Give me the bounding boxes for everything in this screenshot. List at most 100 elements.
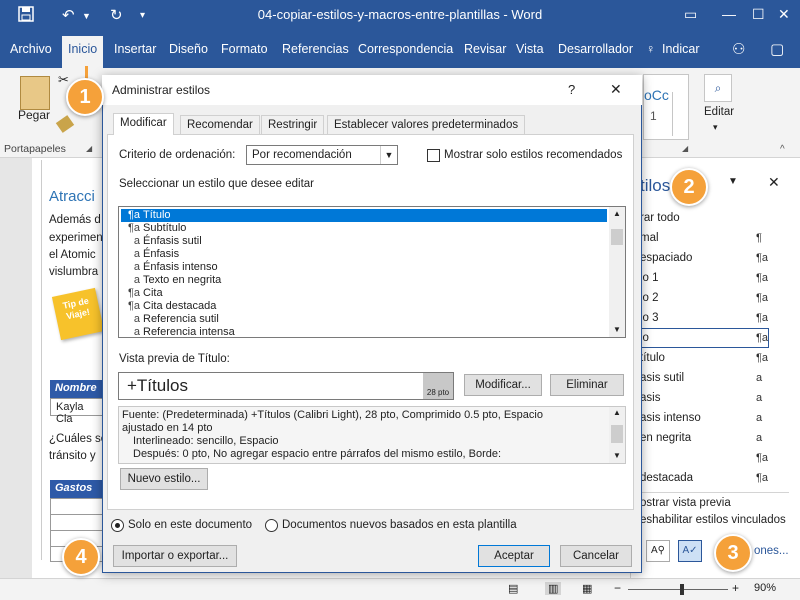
delete-button[interactable]: Eliminar <box>550 374 624 396</box>
minimize-icon[interactable]: — <box>722 6 736 22</box>
style-list-item[interactable]: a Énfasis <box>121 248 607 261</box>
doc-line: Además d <box>49 214 101 226</box>
edit-dropdown-icon[interactable]: ▾ <box>713 122 718 133</box>
style-item[interactable]: mal <box>640 232 659 244</box>
style-list-item[interactable]: ¶a Cita <box>121 287 607 300</box>
zoom-out-icon[interactable]: − <box>614 581 621 595</box>
style-list-item[interactable]: a Énfasis sutil <box>121 235 607 248</box>
style-list-item[interactable]: a Referencia sutil <box>121 313 607 326</box>
style-item[interactable]: rar todo <box>640 212 680 224</box>
description-scrollbar[interactable]: ▲ ▼ <box>609 407 625 463</box>
tab-establecer-predeterminados[interactable]: Establecer valores predeterminados <box>327 115 526 135</box>
tab-desarrollador[interactable]: Desarrollador <box>558 42 633 56</box>
tab-revisar[interactable]: Revisar <box>464 42 506 56</box>
tab-recomendar[interactable]: Recomendar <box>180 115 260 135</box>
radio-this-document[interactable] <box>111 519 124 532</box>
style-item[interactable]: lo 1 <box>640 272 659 284</box>
style-item[interactable]: asis <box>640 392 660 404</box>
style-list-scrollbar[interactable]: ▲ ▼ <box>609 207 625 337</box>
options-link[interactable]: ones... <box>754 545 789 557</box>
format-painter-icon[interactable] <box>55 115 75 133</box>
comments-icon[interactable]: ▢ <box>770 40 784 58</box>
print-layout-icon[interactable]: ▥ <box>545 582 562 595</box>
style-list-item[interactable]: ¶a Cita destacada <box>121 300 607 313</box>
dialog-help-button[interactable]: ? <box>568 82 575 97</box>
scroll-down-icon[interactable]: ▼ <box>613 451 621 460</box>
edit-group-label[interactable]: Editar <box>704 106 734 118</box>
tab-inicio[interactable]: Inicio <box>62 36 104 68</box>
tab-referencias[interactable]: Referencias <box>282 42 349 56</box>
scroll-up-icon[interactable]: ▲ <box>613 408 621 417</box>
scroll-thumb[interactable] <box>611 425 623 443</box>
style-inspector-icon[interactable]: A⚲ <box>646 540 670 562</box>
tab-insertar[interactable]: Insertar <box>114 42 156 56</box>
ribbon-display-icon[interactable]: ▭ <box>684 6 697 23</box>
pane-close-icon[interactable]: ✕ <box>768 174 780 191</box>
gallery-scroll[interactable] <box>672 92 686 136</box>
tab-modificar[interactable]: Modificar <box>113 113 174 135</box>
tab-correspondencia[interactable]: Correspondencia <box>358 42 453 56</box>
title-bar: ↶ ▼ ↻ ▾ 04-copiar-estilos-y-macros-entre… <box>0 0 800 32</box>
tell-me-search[interactable]: Indicar <box>662 42 700 56</box>
dialog-close-icon[interactable]: ✕ <box>610 81 622 98</box>
zoom-in-icon[interactable]: + <box>732 581 739 595</box>
style-list[interactable]: ¶a Título ¶a Subtítulo a Énfasis sutil a Énf… <box>118 206 626 338</box>
callout-1: 1 <box>66 78 104 116</box>
show-preview-check[interactable]: ostrar vista previa <box>640 497 731 509</box>
scroll-down-icon[interactable]: ▼ <box>613 325 621 334</box>
new-style-button[interactable]: Nuevo estilo... <box>120 468 208 490</box>
style-preview-text: oCc <box>644 87 669 103</box>
paste-button-label[interactable]: Pegar <box>18 108 50 122</box>
read-mode-icon[interactable]: ▤ <box>508 582 518 595</box>
style-item[interactable]: lo 3 <box>640 312 659 324</box>
tab-formato[interactable]: Formato <box>221 42 268 56</box>
style-item[interactable]: título <box>640 352 665 364</box>
style-item[interactable]: espaciado <box>640 252 692 264</box>
scroll-up-icon[interactable]: ▲ <box>613 209 621 218</box>
manage-styles-icon[interactable]: A✓ <box>678 540 702 562</box>
style-list-item[interactable]: a Énfasis intenso <box>121 261 607 274</box>
radio-new-documents-label: Documentos nuevos basados en esta planti… <box>282 519 517 531</box>
collapse-ribbon-icon[interactable]: ^ <box>780 144 785 155</box>
find-icon[interactable]: ⌕ <box>704 74 732 102</box>
tab-vista[interactable]: Vista <box>516 42 544 56</box>
account-icon[interactable]: ⚇ <box>732 40 745 58</box>
tab-diseno[interactable]: Diseño <box>169 42 208 56</box>
chevron-down-icon[interactable]: ▼ <box>380 146 397 164</box>
zoom-thumb[interactable] <box>680 584 684 595</box>
close-window-icon[interactable]: ✕ <box>778 6 790 23</box>
pane-options-icon[interactable]: ▼ <box>728 176 738 187</box>
tab-restringir[interactable]: Restringir <box>261 115 325 135</box>
style-list-item[interactable]: a Referencia intensa <box>121 326 607 337</box>
web-layout-icon[interactable]: ▦ <box>582 582 592 595</box>
styles-launcher-icon[interactable]: ◢ <box>682 144 688 153</box>
scroll-thumb[interactable] <box>611 229 623 245</box>
style-list-item[interactable]: a Texto en negrita <box>121 274 607 287</box>
style-item[interactable]: asis sutil <box>640 372 684 384</box>
style-item[interactable]: lo 2 <box>640 292 659 304</box>
character-style-icon: a <box>756 432 763 444</box>
ok-button[interactable]: Aceptar <box>478 545 550 567</box>
style-item[interactable]: destacada <box>640 472 693 484</box>
modify-button[interactable]: Modificar... <box>464 374 542 396</box>
radio-new-documents[interactable] <box>265 519 278 532</box>
tab-archivo[interactable]: Archivo <box>10 42 52 56</box>
recommended-only-checkbox[interactable] <box>427 149 440 162</box>
style-list-item[interactable]: ¶a Subtítulo <box>121 222 607 235</box>
cancel-button[interactable]: Cancelar <box>560 545 632 567</box>
restore-icon[interactable]: ☐ <box>752 6 765 23</box>
style-item[interactable]: en negrita <box>640 432 691 444</box>
style-list-item[interactable]: ¶a Título <box>121 209 607 222</box>
zoom-slider[interactable] <box>628 589 728 590</box>
paste-icon[interactable] <box>20 76 50 110</box>
clipboard-launcher-icon[interactable]: ◢ <box>86 144 92 153</box>
character-style-icon: a <box>756 412 763 424</box>
import-export-button[interactable]: Importar o exportar... <box>113 545 237 567</box>
zoom-level[interactable]: 90% <box>754 582 776 594</box>
linked-style-icon: ¶a <box>756 332 769 344</box>
style-item[interactable]: asis intenso <box>640 412 701 424</box>
linked-style-icon: ¶a <box>756 352 769 364</box>
cut-icon[interactable]: ✂ <box>58 72 69 88</box>
disable-linked-check[interactable]: eshabilitar estilos vinculados <box>640 514 786 526</box>
sort-select[interactable]: Por recomendación ▼ <box>246 145 398 165</box>
